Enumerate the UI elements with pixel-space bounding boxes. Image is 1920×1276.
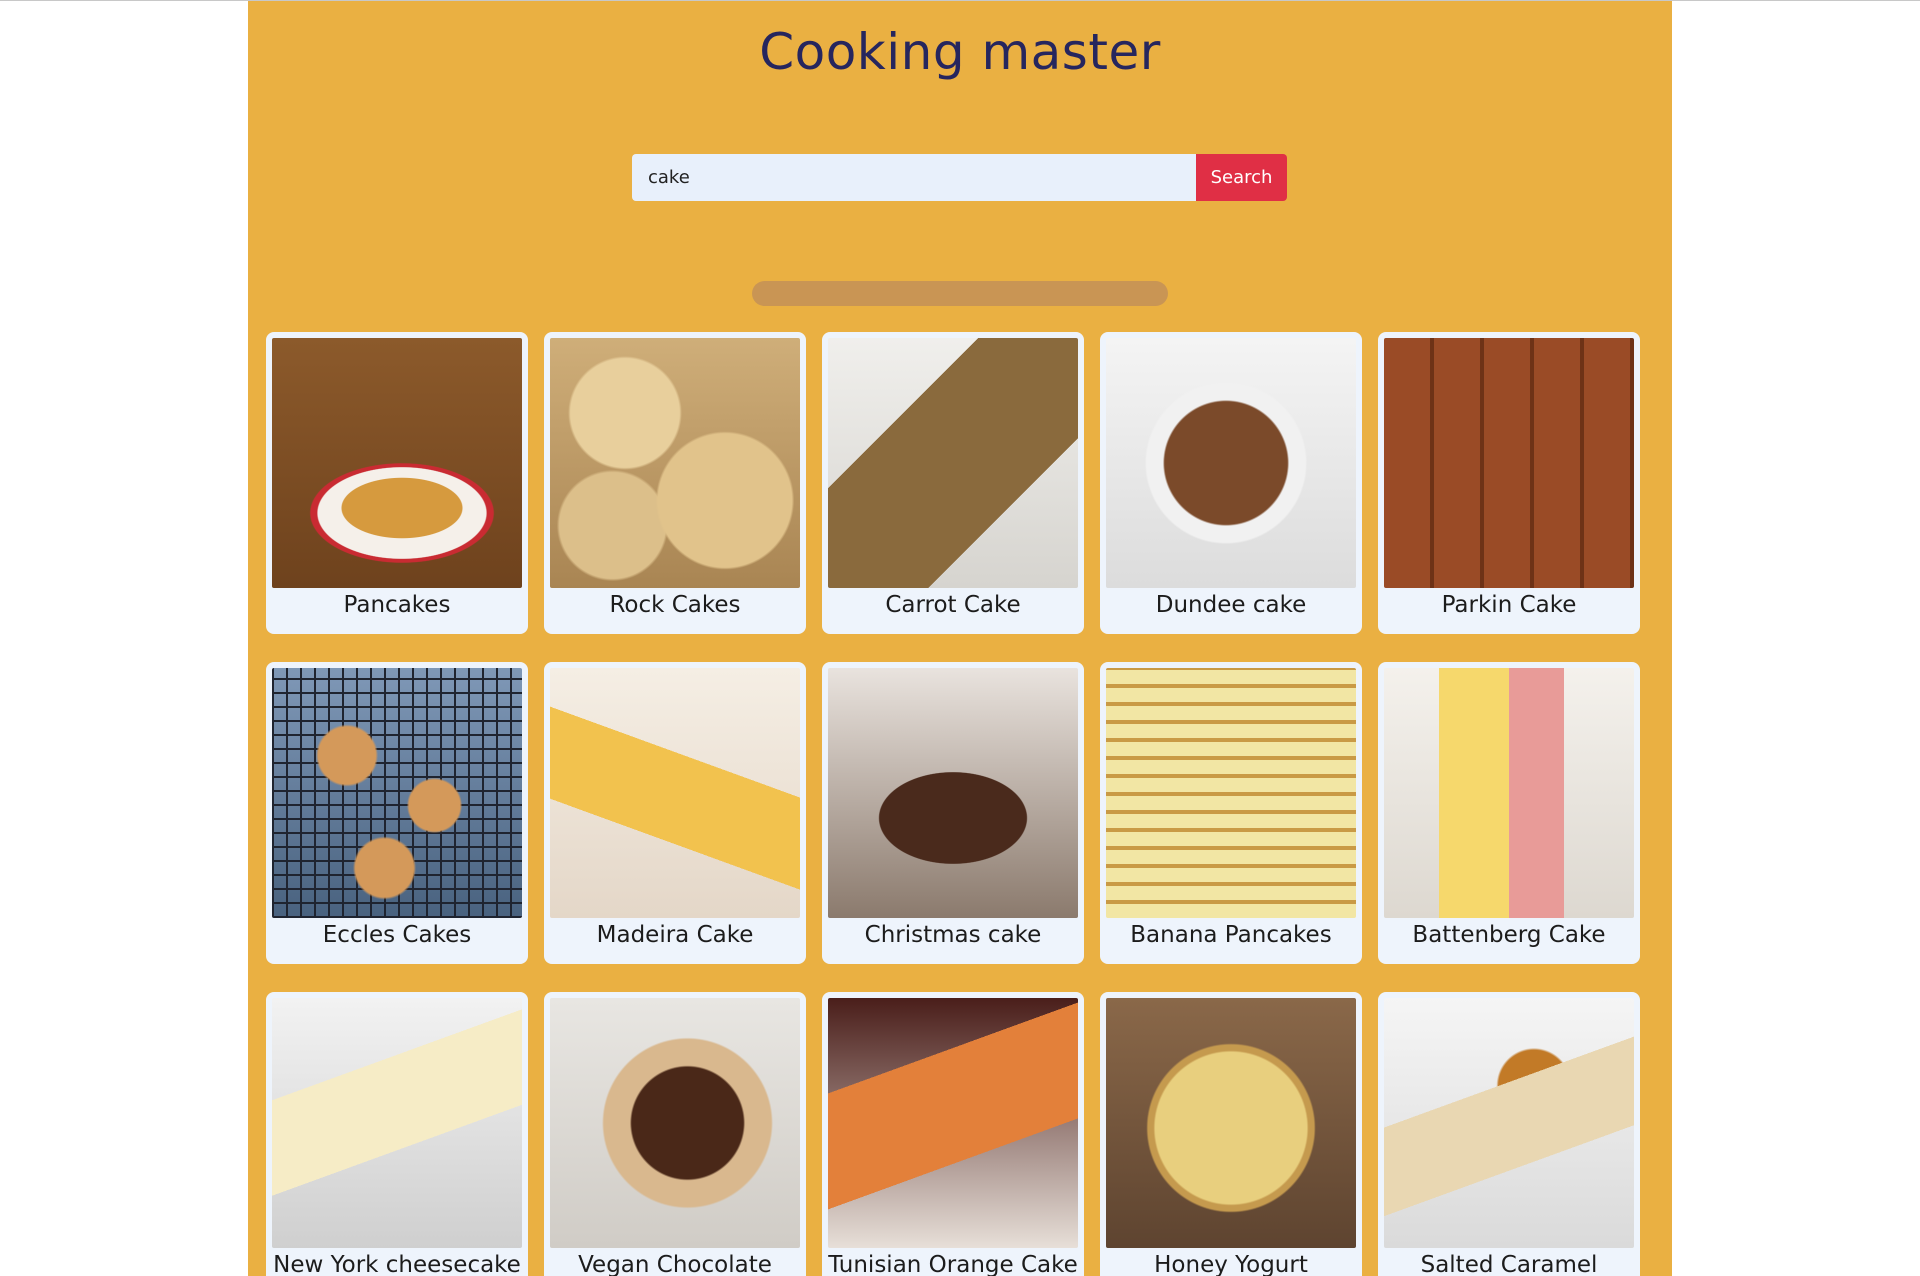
recipe-card[interactable]: Pancakes: [266, 332, 528, 634]
recipe-image[interactable]: [550, 998, 800, 1248]
search-input[interactable]: [632, 154, 1196, 201]
recipe-image[interactable]: [272, 338, 522, 588]
recipe-image[interactable]: [1384, 338, 1634, 588]
recipe-name: Tunisian Orange Cake: [828, 1252, 1078, 1276]
recipe-card[interactable]: Eccles Cakes: [266, 662, 528, 964]
page-title: Cooking master: [759, 23, 1161, 81]
recipe-image[interactable]: [1384, 668, 1634, 918]
recipe-card[interactable]: Rock Cakes: [544, 332, 806, 634]
recipe-card[interactable]: Salted Caramel: [1378, 992, 1640, 1276]
recipe-image[interactable]: [1106, 668, 1356, 918]
results-grid: Pancakes Rock Cakes Carrot Cake Dundee c…: [266, 332, 1640, 1276]
recipe-name: Dundee cake: [1155, 592, 1307, 618]
recipe-card[interactable]: Dundee cake: [1100, 332, 1362, 634]
recipe-name: Christmas cake: [864, 922, 1042, 948]
recipe-card[interactable]: Christmas cake: [822, 662, 1084, 964]
recipe-name: Battenberg Cake: [1412, 922, 1606, 948]
recipe-image[interactable]: [828, 998, 1078, 1248]
recipe-name: Madeira Cake: [596, 922, 754, 948]
recipe-card[interactable]: Battenberg Cake: [1378, 662, 1640, 964]
recipe-image[interactable]: [1384, 998, 1634, 1248]
recipe-image[interactable]: [828, 338, 1078, 588]
recipe-name: Parkin Cake: [1441, 592, 1577, 618]
main-panel: Cooking master Search Pancakes Rock Cake…: [248, 1, 1672, 1276]
recipe-card[interactable]: Carrot Cake: [822, 332, 1084, 634]
recipe-name: Carrot Cake: [885, 592, 1021, 618]
recipe-image[interactable]: [550, 338, 800, 588]
recipe-name: Pancakes: [343, 592, 451, 618]
recipe-card[interactable]: Madeira Cake: [544, 662, 806, 964]
recipe-name: Rock Cakes: [609, 592, 741, 618]
recipe-name: Eccles Cakes: [322, 922, 472, 948]
recipe-name: Salted Caramel: [1420, 1252, 1598, 1276]
recipe-name: Honey Yogurt: [1154, 1252, 1308, 1276]
search-bar: Search: [632, 154, 1287, 201]
loading-bar: [752, 281, 1168, 306]
recipe-name: Banana Pancakes: [1130, 922, 1332, 948]
search-button[interactable]: Search: [1196, 154, 1287, 201]
recipe-image[interactable]: [550, 668, 800, 918]
recipe-card[interactable]: New York cheesecake: [266, 992, 528, 1276]
recipe-image[interactable]: [272, 998, 522, 1248]
recipe-image[interactable]: [828, 668, 1078, 918]
recipe-image[interactable]: [1106, 338, 1356, 588]
recipe-name: Vegan Chocolate: [578, 1252, 772, 1276]
recipe-card[interactable]: Parkin Cake: [1378, 332, 1640, 634]
recipe-name: New York cheesecake: [273, 1252, 521, 1276]
recipe-image[interactable]: [272, 668, 522, 918]
recipe-image[interactable]: [1106, 998, 1356, 1248]
recipe-card[interactable]: Tunisian Orange Cake: [822, 992, 1084, 1276]
recipe-card[interactable]: Vegan Chocolate: [544, 992, 806, 1276]
recipe-card[interactable]: Banana Pancakes: [1100, 662, 1362, 964]
recipe-card[interactable]: Honey Yogurt: [1100, 992, 1362, 1276]
